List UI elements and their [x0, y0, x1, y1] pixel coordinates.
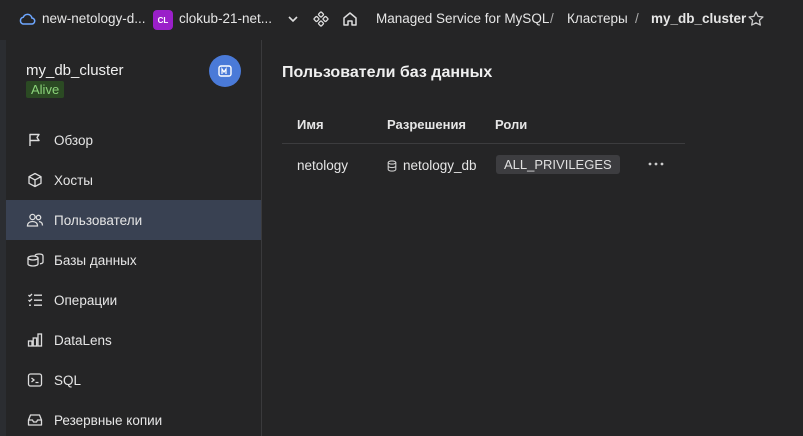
sidebar-item-label: Резервные копии — [54, 412, 163, 428]
folder-badge[interactable]: CL — [153, 10, 173, 30]
home-icon[interactable] — [341, 10, 359, 31]
page-title: Пользователи баз данных — [282, 64, 493, 81]
table-row[interactable]: netology netology_db ALL_PRIVILEGES — [282, 144, 685, 186]
users-icon — [26, 211, 44, 229]
chevron-down-icon[interactable] — [286, 12, 300, 29]
backup-icon — [26, 411, 44, 429]
column-header-permissions: Разрешения — [387, 117, 467, 132]
role-badge: ALL_PRIVILEGES — [496, 155, 620, 174]
sidebar-item-label: DataLens — [54, 332, 112, 348]
column-header-roles: Роли — [495, 117, 528, 132]
cluster-name: my_db_cluster — [26, 62, 124, 79]
databases-icon — [26, 251, 44, 269]
cloud-icon[interactable] — [18, 11, 36, 30]
sidebar-item-hosts[interactable]: Хосты — [6, 160, 261, 200]
users-table: Имя Разрешения Роли netology netology_db… — [282, 104, 685, 186]
sidebar-nav: Обзор Хосты Пользователи Базы данных Опе… — [6, 120, 261, 436]
sidebar-item-backups[interactable]: Резервные копии — [6, 400, 261, 436]
main-content: Пользователи баз данных Имя Разрешения Р… — [263, 40, 803, 436]
breadcrumb-separator: / — [635, 11, 639, 26]
folder-selector[interactable]: clokub-21-net... — [179, 11, 272, 26]
sidebar-item-databases[interactable]: Базы данных — [6, 240, 261, 280]
more-actions-icon[interactable] — [647, 156, 665, 172]
breadcrumb-clusters[interactable]: Кластеры — [567, 11, 628, 26]
permission-db[interactable]: netology_db — [403, 158, 477, 173]
status-badge: Alive — [26, 81, 65, 98]
user-name: netology — [297, 158, 349, 173]
breadcrumb-current: my_db_cluster — [651, 11, 747, 26]
sidebar-item-label: Хосты — [54, 172, 93, 188]
sidebar-item-label: SQL — [54, 372, 82, 388]
flag-icon — [26, 131, 44, 149]
sidebar-item-users[interactable]: Пользователи — [6, 200, 261, 240]
sidebar-item-label: Пользователи — [54, 212, 143, 228]
sidebar-item-label: Обзор — [54, 132, 93, 148]
breadcrumb-separator: / — [550, 11, 554, 26]
star-icon[interactable] — [747, 10, 765, 31]
sidebar-item-overview[interactable]: Обзор — [6, 120, 261, 160]
top-bar: new-netology-d... CL clokub-21-net... Ma… — [0, 0, 803, 40]
database-icon — [387, 160, 397, 175]
operations-icon — [26, 291, 44, 309]
sidebar-item-operations[interactable]: Операции — [6, 280, 261, 320]
terminal-icon — [26, 371, 44, 389]
sidebar-item-datalens[interactable]: DataLens — [6, 320, 261, 360]
sidebar-item-label: Базы данных — [54, 252, 137, 268]
sidebar: my_db_cluster Alive Обзор Хосты Пользова… — [6, 40, 262, 436]
sidebar-item-sql[interactable]: SQL — [6, 360, 261, 400]
datalens-icon — [26, 331, 44, 349]
sidebar-item-label: Операции — [54, 292, 118, 308]
services-icon[interactable] — [313, 11, 329, 30]
column-header-name: Имя — [297, 117, 324, 132]
table-header: Имя Разрешения Роли — [282, 104, 685, 144]
breadcrumb-service[interactable]: Managed Service for MySQL — [376, 11, 549, 26]
mysql-service-icon[interactable] — [209, 55, 241, 87]
cube-icon — [26, 171, 44, 189]
cloud-selector[interactable]: new-netology-d... — [42, 11, 146, 26]
